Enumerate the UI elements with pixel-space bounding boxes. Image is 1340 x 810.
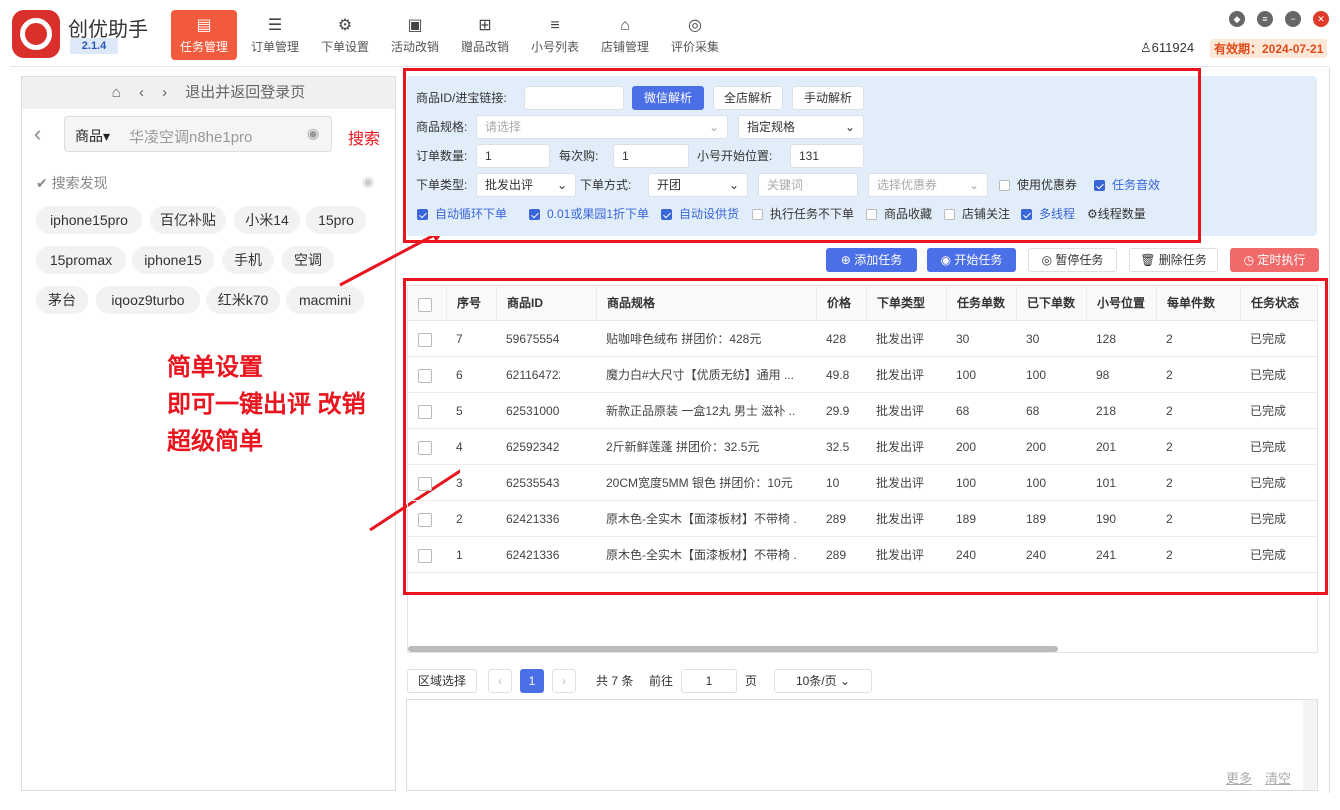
list-icon: ≡	[550, 17, 560, 34]
nav-label: 活动改销	[390, 40, 439, 54]
chip-2[interactable]: 小米14	[234, 206, 300, 234]
annotation-line-1: 简单设置	[167, 354, 263, 381]
annotation-line-3: 超级简单	[167, 428, 263, 455]
nav-activity[interactable]: ▣ 活动改销	[382, 10, 448, 60]
discover-title: ✔ 搜索发现	[36, 173, 108, 193]
search-type-label: 商品	[75, 128, 103, 144]
chip-4[interactable]: 15promax	[36, 246, 126, 274]
plus-icon: ⊕	[840, 253, 851, 267]
nav-gift[interactable]: ⊞ 赠品改销	[452, 10, 518, 60]
horizontal-scrollbar[interactable]	[408, 646, 1058, 652]
camera-icon[interactable]: ◉	[307, 125, 319, 142]
timer-button[interactable]: ◷ 定时执行	[1230, 248, 1319, 272]
page-size-value: 10条/页	[795, 674, 837, 688]
trash-icon: 🗑	[1140, 253, 1156, 267]
discover-icon: ✔	[36, 175, 48, 191]
start-task-label: 开始任务	[954, 253, 1003, 267]
nav-label: 赠品改销	[460, 40, 509, 54]
valid-until-badge: 有效期：2024-07-21	[1210, 39, 1328, 58]
nav-label: 评价采集	[670, 40, 719, 54]
chip-7[interactable]: 空调	[282, 246, 334, 274]
goto-input[interactable]: 1	[681, 669, 737, 693]
chip-5[interactable]: iphone15	[132, 246, 214, 274]
add-task-button[interactable]: ⊕ 添加任务	[826, 248, 917, 272]
nav-task[interactable]: ▤ 任务管理	[171, 10, 237, 60]
divider	[10, 66, 1330, 67]
user-icon: ♙	[1140, 40, 1152, 55]
search-button[interactable]: 搜索	[348, 125, 380, 149]
play-icon: ◉	[940, 253, 952, 267]
nav-label: 订单管理	[250, 40, 299, 54]
nav-label: 任务管理	[179, 40, 228, 54]
app-logo	[12, 10, 60, 58]
comment-icon: ◎	[688, 17, 702, 34]
user-id-text: 611924	[1151, 40, 1195, 55]
pause-task-label: 暂停任务	[1055, 253, 1104, 267]
start-task-button[interactable]: ◉ 开始任务	[927, 248, 1016, 272]
chip-6[interactable]: 手机	[222, 246, 274, 274]
highlight-filter-box	[403, 68, 1201, 243]
order-icon: ☰	[267, 17, 283, 34]
discover-label: 搜索发现	[51, 175, 108, 191]
nav-settings[interactable]: ⚙ 下单设置	[312, 10, 378, 60]
chart-icon: ▣	[407, 17, 423, 34]
chip-0[interactable]: iphone15pro	[36, 206, 142, 234]
region-select-button[interactable]: 区域选择	[407, 669, 477, 693]
nav-review[interactable]: ◎ 评价采集	[662, 10, 728, 60]
highlight-table-box	[403, 278, 1328, 595]
log-scrollbar[interactable]	[1303, 700, 1317, 790]
logo-ring-icon	[20, 18, 52, 50]
search-box: 商品▾ 华凌空调n8he1pro ◉	[64, 116, 332, 152]
search-type-select[interactable]: 商品▾	[75, 126, 110, 146]
delete-task-label: 删除任务	[1158, 253, 1207, 267]
add-task-label: 添加任务	[854, 253, 903, 267]
clear-link[interactable]: 清空	[1265, 768, 1291, 787]
total-count: 共 7 条	[596, 674, 634, 688]
app-version: 2.1.4	[70, 38, 118, 54]
timer-label: 定时执行	[1257, 253, 1306, 267]
pause-task-button[interactable]: ◎ 暂停任务	[1028, 248, 1117, 272]
home-icon[interactable]: ⌂	[112, 84, 121, 101]
nav-order[interactable]: ☰ 订单管理	[242, 10, 308, 60]
nav-label: 下单设置	[320, 40, 369, 54]
minimize-icon[interactable]: −	[1285, 11, 1301, 27]
next-page-button[interactable]: ›	[552, 669, 576, 693]
log-box: 更多 清空	[406, 699, 1318, 791]
search-input[interactable]: 华凌空调n8he1pro	[129, 126, 252, 147]
prev-page-button[interactable]: ‹	[488, 669, 512, 693]
pause-icon: ◎	[1041, 253, 1053, 267]
clock-icon: ◷	[1243, 253, 1255, 267]
chip-8[interactable]: 茅台	[36, 286, 88, 314]
task-icon: ▤	[196, 17, 212, 34]
right-border	[1329, 68, 1330, 793]
gear-icon: ⚙	[337, 17, 353, 34]
chip-9[interactable]: iqooz9turbo	[96, 286, 200, 314]
nav-label: 店铺管理	[600, 40, 649, 54]
store-icon: ⌂	[620, 17, 630, 34]
chevron-down-icon: ⌄	[839, 674, 851, 688]
eye-icon[interactable]: ◉	[362, 173, 374, 190]
forward-nav-icon[interactable]: ›	[162, 84, 167, 101]
close-icon[interactable]: ✕	[1313, 11, 1329, 27]
page-size-select[interactable]: 10条/页 ⌄	[774, 669, 872, 693]
back-nav-icon[interactable]: ‹	[139, 84, 144, 101]
user-id: ♙611924	[1140, 40, 1194, 56]
goto-label: 前往	[649, 674, 674, 688]
nav-label: 小号列表	[530, 40, 579, 54]
nav-store[interactable]: ⌂ 店铺管理	[592, 10, 658, 60]
menu-icon[interactable]: ≡	[1257, 11, 1273, 27]
page-1-button[interactable]: 1	[520, 669, 544, 693]
chip-1[interactable]: 百亿补贴	[150, 206, 226, 234]
back-icon[interactable]: ‹	[34, 121, 41, 147]
page-unit-label: 页	[745, 674, 758, 688]
grid-icon: ⊞	[478, 17, 492, 34]
browser-header: ⌂ ‹ › 退出并返回登录页	[22, 77, 395, 109]
delete-task-button[interactable]: 🗑 删除任务	[1129, 248, 1218, 272]
exit-login-link[interactable]: 退出并返回登录页	[185, 84, 305, 101]
shield-icon[interactable]: ◆	[1229, 11, 1245, 27]
more-link[interactable]: 更多	[1226, 768, 1252, 787]
nav-accounts[interactable]: ≡ 小号列表	[522, 10, 588, 60]
chip-10[interactable]: 红米k70	[206, 286, 280, 314]
